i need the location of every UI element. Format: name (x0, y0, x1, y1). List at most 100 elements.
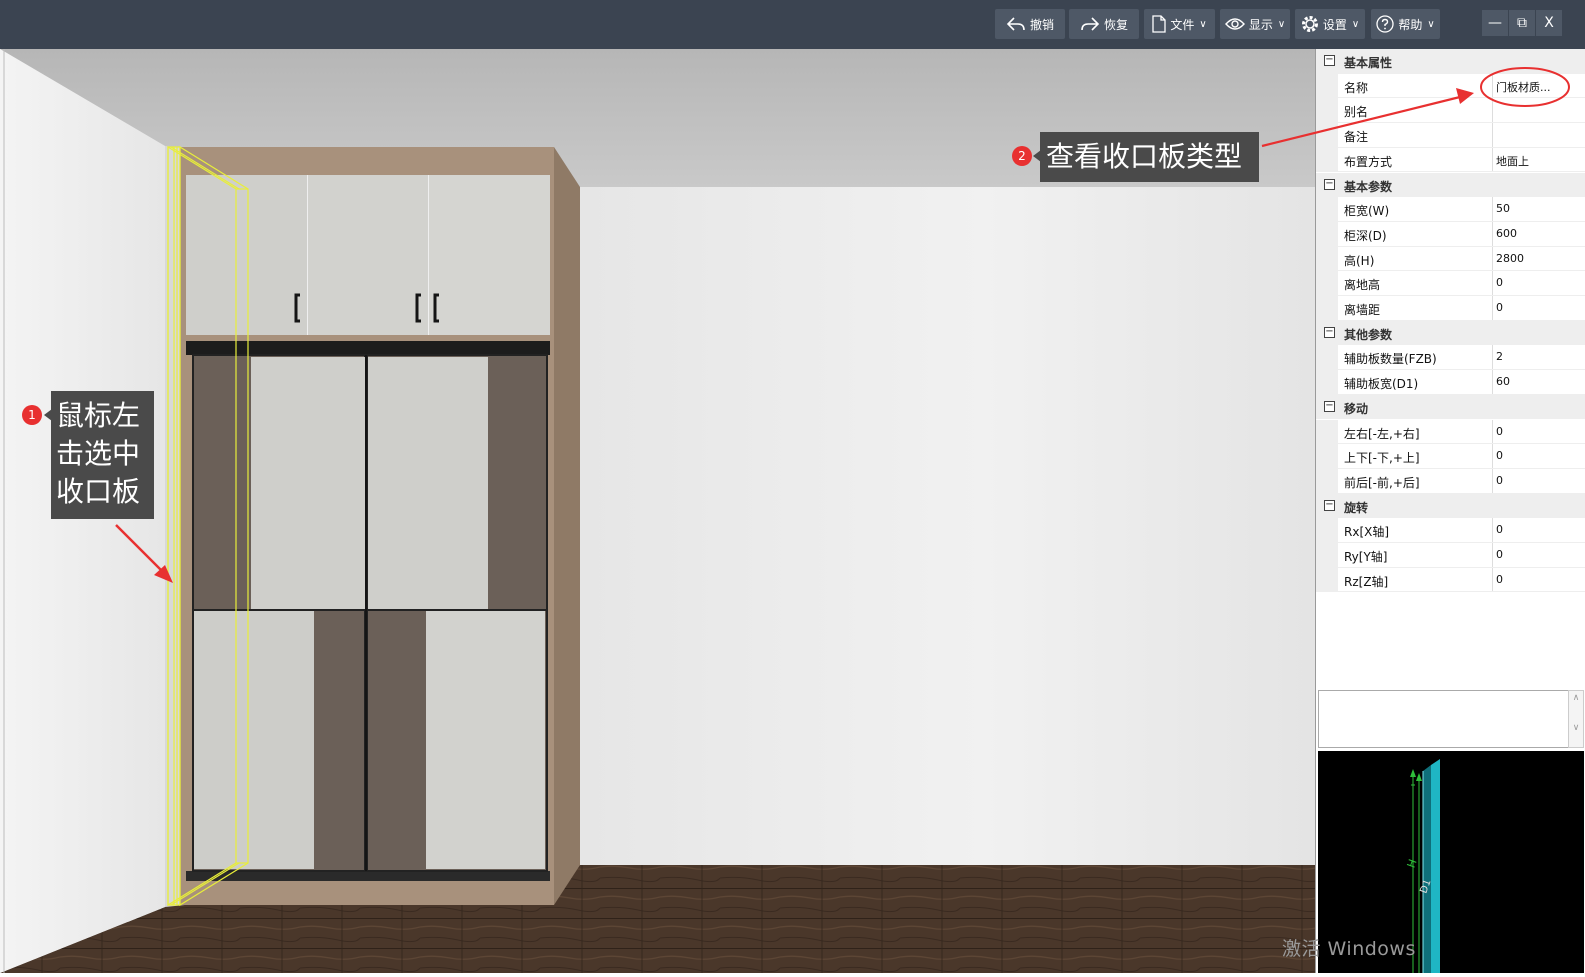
step-1-callout: 鼠标左 击选中 收口板 (51, 391, 154, 519)
property-row[interactable]: 上下[-下,+上] 0 (1316, 444, 1585, 469)
eye-icon (1224, 18, 1245, 30)
property-value[interactable]: 600 (1496, 227, 1517, 240)
property-row[interactable]: 辅助板宽(D1) 60 (1316, 370, 1585, 395)
display-label: 显示 (1248, 17, 1273, 32)
undo-label: 撤销 (1029, 17, 1054, 32)
gear-icon (1301, 16, 1318, 32)
property-value[interactable]: 0 (1496, 301, 1503, 314)
property-name: 辅助板数量(FZB) (1344, 352, 1437, 367)
property-name: 柜宽(W) (1344, 204, 1390, 219)
chevron-down-icon: ∨ (1427, 18, 1435, 30)
property-name: 左右[-左,+右] (1344, 426, 1420, 441)
property-value[interactable]: 0 (1496, 548, 1503, 561)
close-icon: X (1544, 15, 1554, 31)
chevron-down-icon: ∨ (1351, 18, 1360, 30)
property-name: 高(H) (1344, 253, 1375, 268)
file-label: 文件 (1170, 17, 1195, 32)
property-row[interactable]: Ry[Y轴] 0 (1316, 543, 1585, 568)
file-icon (1152, 15, 1166, 33)
property-name: 前后[-前,+后] (1344, 475, 1420, 490)
property-value[interactable]: 0 (1496, 474, 1503, 487)
property-panel: − 基本属性 名称 门板材质... 别名 备注 布置方式 地面上 − 基本参数 柜宽(W) 50 柜深(… (1315, 49, 1585, 973)
property-name: 上下[-下,+上] (1344, 451, 1420, 466)
step-2-text: 查看收口板类型 (1046, 140, 1243, 173)
property-name: 离地高 (1344, 278, 1381, 293)
step-1-line-3: 收口板 (56, 475, 141, 508)
collapse-icon[interactable]: − (1324, 400, 1335, 412)
property-value[interactable]: 2 (1496, 350, 1503, 363)
property-value[interactable]: 0 (1496, 573, 1503, 586)
collapse-icon[interactable]: − (1324, 326, 1335, 338)
property-value[interactable]: 2800 (1496, 252, 1524, 265)
close-button[interactable]: X (1536, 10, 1562, 36)
chevron-down-icon: ∨ (1277, 18, 1286, 30)
redo-icon (1081, 17, 1100, 31)
wardrobe[interactable] (180, 147, 580, 905)
minimize-icon: — (1488, 15, 1502, 31)
property-group-header[interactable]: − 旋转 (1316, 493, 1585, 519)
property-group-label: 移动 (1344, 401, 1369, 416)
property-row[interactable]: 左右[-左,+右] 0 (1316, 419, 1585, 445)
redo-label: 恢复 (1103, 17, 1128, 32)
collapse-icon[interactable]: − (1324, 178, 1335, 190)
room-scene[interactable] (0, 49, 1315, 973)
property-row[interactable]: 柜深(D) 600 (1316, 221, 1585, 247)
property-value[interactable]: 0 (1496, 425, 1503, 438)
scroll-up-icon[interactable]: ∧ (1569, 693, 1583, 703)
property-row[interactable]: 辅助板数量(FZB) 2 (1316, 345, 1585, 371)
annotation-arrow-2 (1261, 88, 1474, 148)
property-group-label: 基本属性 (1344, 56, 1393, 70)
display-menu-button[interactable]: 显示 ∨ (1220, 9, 1290, 39)
step-1-badge: 1 (22, 405, 42, 425)
upper-door-left[interactable] (186, 175, 307, 335)
help-icon (1376, 15, 1394, 33)
property-value[interactable]: 地面上 (1496, 153, 1529, 169)
property-group-header[interactable]: − 基本参数 (1316, 172, 1585, 198)
chevron-down-icon: ∨ (1199, 18, 1207, 30)
restore-button[interactable]: ⧉ (1509, 10, 1535, 36)
help-menu-button[interactable]: 帮助 ∨ (1371, 9, 1440, 39)
property-name: 柜深(D) (1344, 228, 1387, 243)
property-group-header[interactable]: − 移动 (1316, 394, 1585, 420)
step-1-line-2: 击选中 (56, 437, 141, 470)
collapse-icon[interactable]: − (1324, 499, 1335, 511)
property-name: Rx[X轴] (1344, 525, 1390, 540)
property-row[interactable]: Rx[X轴] 0 (1316, 518, 1585, 543)
windows-activation-watermark: 激活 Windows (1282, 938, 1416, 960)
property-row[interactable]: 离墙距 0 (1316, 296, 1585, 321)
collapse-icon[interactable]: − (1324, 55, 1335, 66)
property-value[interactable]: 50 (1496, 202, 1510, 215)
property-value[interactable]: 0 (1496, 523, 1503, 536)
upper-door-middle[interactable] (308, 175, 428, 335)
3d-viewport[interactable]: 1 鼠标左 击选中 收口板 (0, 49, 1315, 973)
property-group-label: 旋转 (1344, 500, 1369, 515)
description-box (1318, 690, 1570, 748)
property-row[interactable]: Rz[Z轴] 0 (1316, 567, 1585, 593)
property-row[interactable]: 柜宽(W) 50 (1316, 197, 1585, 222)
step-2-callout: 查看收口板类型 (1040, 132, 1259, 182)
description-scrollbar[interactable]: ∧ ∨ (1568, 690, 1584, 748)
property-group-label: 其他参数 (1344, 327, 1393, 342)
property-row[interactable]: 离地高 0 (1316, 271, 1585, 296)
property-value[interactable]: 0 (1496, 449, 1503, 462)
property-group-header[interactable]: − 其他参数 (1316, 320, 1585, 346)
undo-icon (1006, 17, 1025, 31)
property-value[interactable]: 60 (1496, 375, 1510, 388)
property-name: 离墙距 (1344, 303, 1381, 317)
upper-door-right[interactable] (429, 175, 550, 335)
toolbar: 撤销 恢复 文件 ∨ 显示 ∨ 设置 ∨ 帮助 ∨ — ⧉ X (0, 0, 1585, 49)
property-name: Rz[Z轴] (1344, 574, 1389, 589)
property-name: Ry[Y轴] (1344, 550, 1388, 564)
property-name: 辅助板宽(D1) (1344, 377, 1419, 392)
file-menu-button[interactable]: 文件 ∨ (1144, 9, 1215, 39)
settings-menu-button[interactable]: 设置 ∨ (1295, 9, 1365, 39)
scroll-down-icon[interactable]: ∨ (1569, 723, 1583, 733)
property-row[interactable]: 前后[-前,+后] 0 (1316, 468, 1585, 494)
redo-button[interactable]: 恢复 (1069, 9, 1139, 39)
help-label: 帮助 (1398, 17, 1423, 32)
undo-button[interactable]: 撤销 (995, 9, 1065, 39)
minimize-button[interactable]: — (1482, 10, 1508, 36)
property-value[interactable]: 0 (1496, 276, 1503, 289)
property-row[interactable]: 高(H) 2800 (1316, 246, 1585, 272)
wardrobe-side-panel (554, 147, 580, 905)
